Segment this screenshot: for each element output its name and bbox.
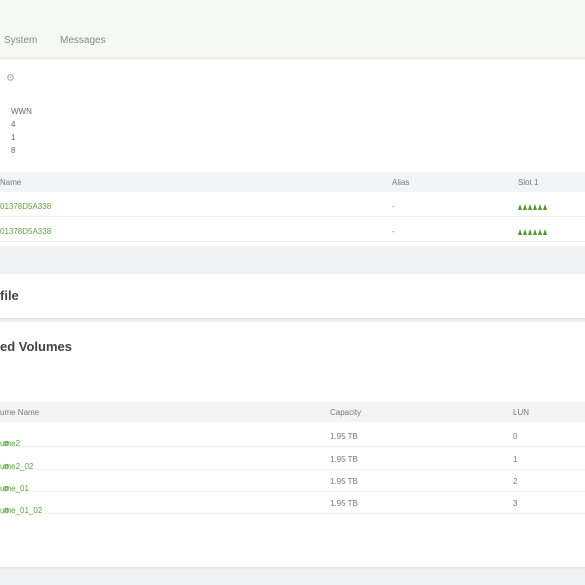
port-icon bbox=[528, 203, 532, 210]
top-navigation: System Messages bbox=[0, 0, 585, 58]
table-row: ume2 ⊚ 1.95 TB 0 bbox=[0, 425, 585, 448]
port-name-link[interactable]: 01378D5A338 bbox=[0, 227, 51, 236]
link-icon[interactable]: ⊚ bbox=[3, 439, 10, 448]
port-name-link[interactable]: 01378D5A338 bbox=[0, 202, 51, 211]
port-icon bbox=[533, 203, 537, 210]
port-icon bbox=[528, 228, 532, 235]
port-icon bbox=[543, 203, 547, 210]
wwn-value: 1 bbox=[11, 133, 16, 142]
volume-lun: 3 bbox=[513, 499, 518, 508]
tab-messages[interactable]: Messages bbox=[60, 35, 106, 46]
volume-capacity: 1.95 TB bbox=[330, 499, 358, 508]
column-header-slot[interactable]: Slot 1 bbox=[518, 178, 538, 187]
column-header-lun[interactable]: LUN bbox=[513, 408, 529, 417]
gear-icon[interactable]: ⚙ bbox=[6, 74, 15, 84]
port-icon bbox=[538, 203, 542, 210]
port-icon bbox=[538, 228, 542, 235]
table-row: ume_01 ⊚ 1.95 TB 2 bbox=[0, 470, 585, 493]
port-icon bbox=[523, 203, 527, 210]
link-icon[interactable]: ⊚ bbox=[3, 506, 10, 515]
port-icon bbox=[518, 203, 522, 210]
port-table-header: Name Alias Slot 1 bbox=[0, 172, 585, 192]
volume-capacity: 1.95 TB bbox=[330, 477, 358, 486]
column-header-capacity[interactable]: Capacity bbox=[330, 408, 361, 417]
table-row: ume2_02 ⊚ 1.95 TB 1 bbox=[0, 448, 585, 471]
column-header-alias[interactable]: Alias bbox=[392, 178, 409, 187]
volume-capacity: 1.95 TB bbox=[330, 432, 358, 441]
host-card bbox=[0, 60, 585, 246]
volume-lun: 2 bbox=[513, 477, 518, 486]
wwn-value: 4 bbox=[11, 120, 16, 129]
volume-lun: 0 bbox=[513, 432, 518, 441]
port-alias: - bbox=[392, 227, 395, 236]
volume-lun: 1 bbox=[513, 455, 518, 464]
table-row: 01378D5A338 - bbox=[0, 220, 585, 242]
port-alias: - bbox=[392, 202, 395, 211]
port-icon bbox=[523, 228, 527, 235]
column-header-volume-name[interactable]: ume Name bbox=[0, 408, 39, 417]
port-icon bbox=[533, 228, 537, 235]
tab-system[interactable]: System bbox=[4, 35, 37, 46]
table-row: ume_01_02 ⊚ 1.95 TB 3 bbox=[0, 492, 585, 515]
volume-capacity: 1.95 TB bbox=[330, 455, 358, 464]
wwn-label: WWN bbox=[11, 107, 32, 116]
table-row: 01378D5A338 - bbox=[0, 195, 585, 217]
port-icon bbox=[543, 228, 547, 235]
column-header-name[interactable]: Name bbox=[0, 178, 21, 187]
profile-card bbox=[0, 274, 585, 318]
port-icon bbox=[518, 228, 522, 235]
volumes-section-title: ed Volumes bbox=[0, 339, 73, 354]
profile-section-title: file bbox=[0, 288, 19, 303]
port-status-icons bbox=[518, 202, 548, 211]
volume-table-header: ume Name Capacity LUN bbox=[0, 402, 585, 422]
wwn-value: 8 bbox=[11, 146, 16, 155]
port-status-icons bbox=[518, 227, 548, 236]
